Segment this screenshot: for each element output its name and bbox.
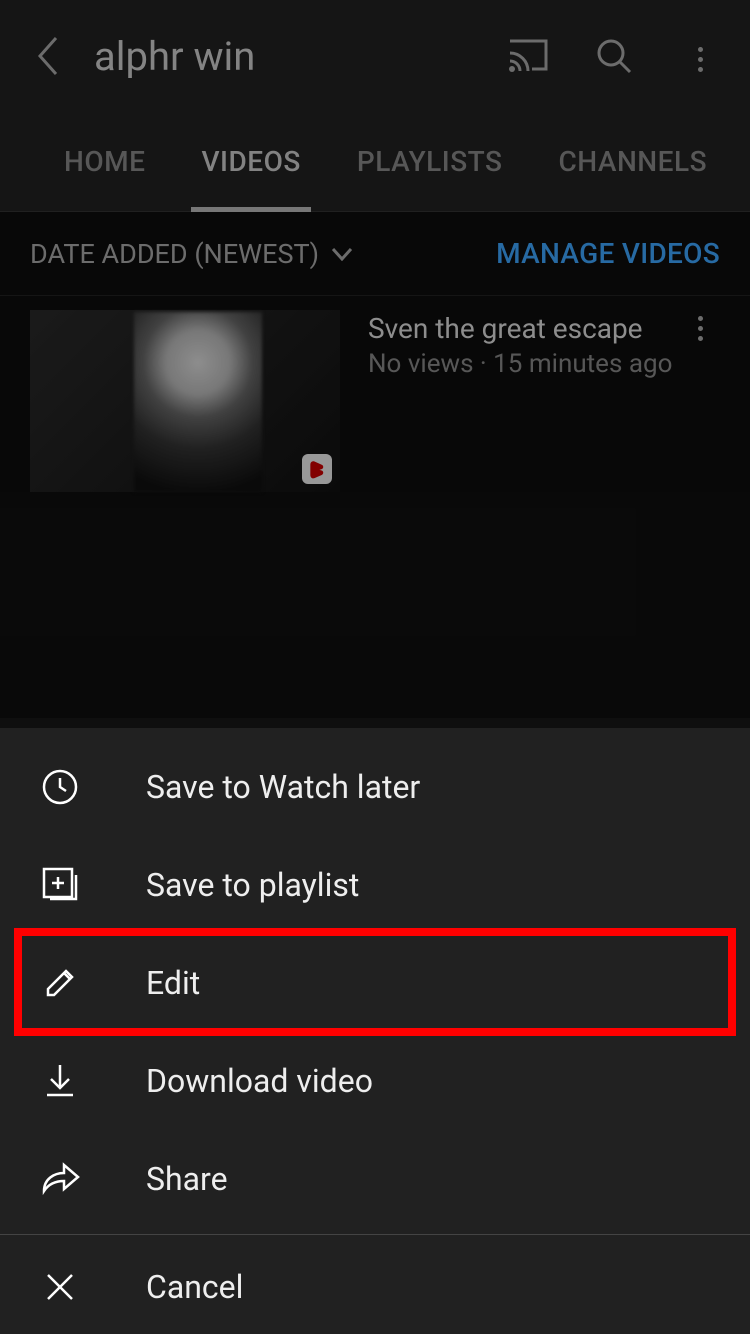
sheet-cancel[interactable]: Cancel bbox=[0, 1234, 750, 1334]
clock-icon bbox=[40, 767, 80, 807]
sheet-cancel-label: Cancel bbox=[146, 1268, 243, 1306]
share-icon bbox=[40, 1159, 80, 1199]
pencil-icon bbox=[40, 963, 80, 1003]
sheet-item-share[interactable]: Share bbox=[0, 1130, 750, 1228]
sheet-item-label: Download video bbox=[146, 1062, 373, 1100]
bottom-sheet: Save to Watch later Save to playlist Edi… bbox=[0, 728, 750, 1334]
highlight-annotation bbox=[14, 928, 736, 1036]
sheet-item-label: Save to playlist bbox=[146, 866, 359, 904]
sheet-item-edit[interactable]: Edit bbox=[0, 934, 750, 1032]
sheet-item-label: Edit bbox=[146, 964, 200, 1002]
sheet-item-label: Save to Watch later bbox=[146, 768, 420, 806]
sheet-item-watch-later[interactable]: Save to Watch later bbox=[0, 738, 750, 836]
download-icon bbox=[40, 1061, 80, 1101]
sheet-item-download[interactable]: Download video bbox=[0, 1032, 750, 1130]
modal-scrim[interactable] bbox=[0, 0, 750, 718]
sheet-item-label: Share bbox=[146, 1160, 228, 1198]
playlist-add-icon bbox=[40, 865, 80, 905]
sheet-item-playlist[interactable]: Save to playlist bbox=[0, 836, 750, 934]
close-icon bbox=[40, 1267, 80, 1307]
